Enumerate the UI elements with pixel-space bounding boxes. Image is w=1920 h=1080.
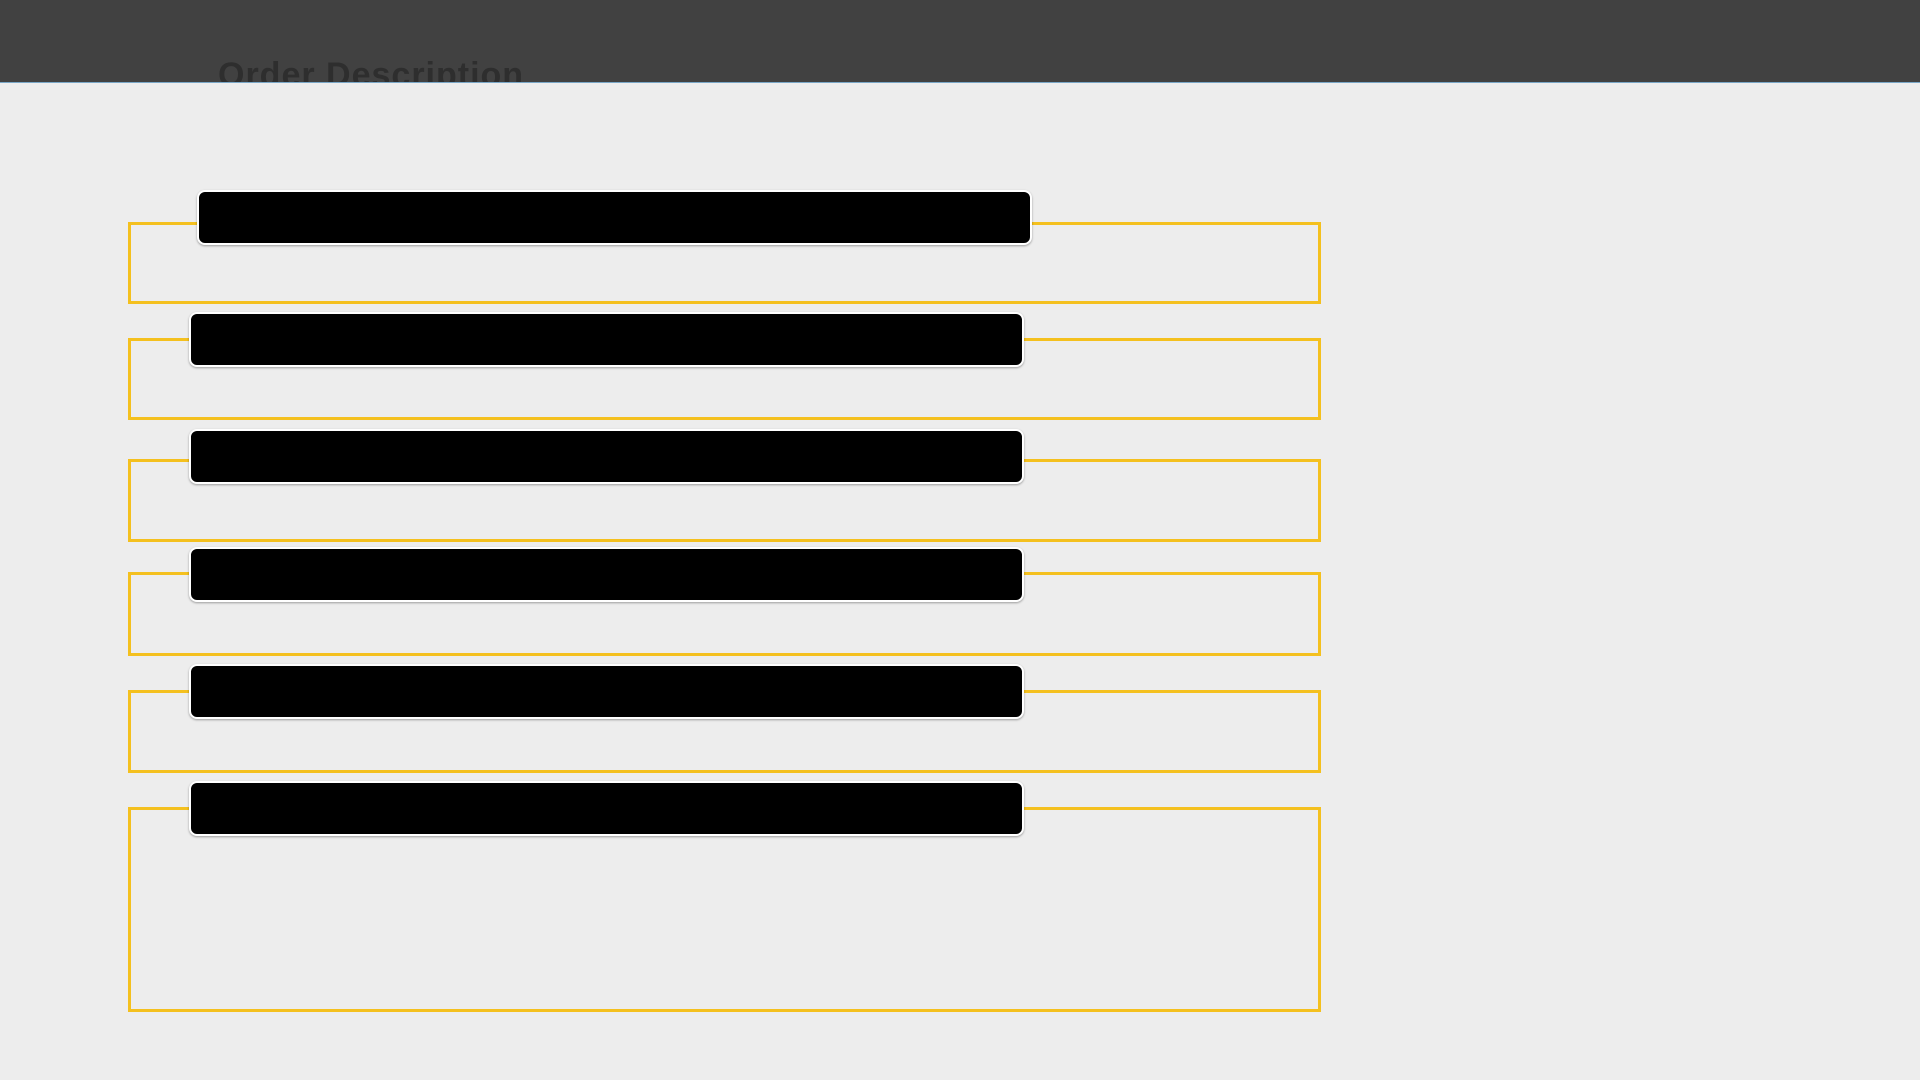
header-bar: Order Description <box>0 0 1920 83</box>
section-label-4 <box>189 547 1024 602</box>
section-label-1 <box>197 190 1032 245</box>
slide-title: Order Description <box>218 56 525 83</box>
section-label-3 <box>189 429 1024 484</box>
section-label-5 <box>189 664 1024 719</box>
section-frame-6 <box>128 807 1321 1012</box>
section-label-2 <box>189 312 1024 367</box>
section-label-6 <box>189 781 1024 836</box>
